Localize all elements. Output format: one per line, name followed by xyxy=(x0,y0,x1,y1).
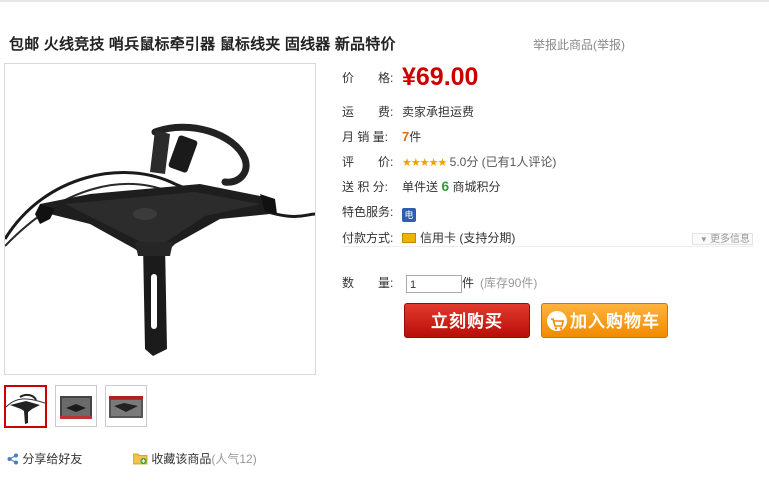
rating-row: 评 价: ★★★★★ 5.0分 (已有1人评论) xyxy=(342,153,556,170)
rating-text[interactable]: 5.0分 (已有1人评论) xyxy=(450,155,557,169)
price-value: ¥69.00 xyxy=(402,63,479,91)
price-label: 价 格: xyxy=(342,70,394,85)
details-divider xyxy=(342,246,754,247)
quantity-label: 数 量: xyxy=(342,276,394,290)
thumbnail-2[interactable] xyxy=(55,385,97,427)
add-to-cart-button[interactable]: 加入购物车 xyxy=(541,303,668,338)
sales-row: 月 销 量: 7件 xyxy=(342,128,421,145)
price-row: 价 格: ¥69.00 xyxy=(342,63,479,93)
points-label: 送 积 分: xyxy=(342,180,389,194)
share-label: 分享给好友 xyxy=(22,452,83,466)
payment-label: 付款方式: xyxy=(342,231,394,245)
quantity-input[interactable]: 1 xyxy=(406,274,462,293)
points-suffix: 商城积分 xyxy=(452,180,501,194)
cart-icon xyxy=(547,311,567,331)
shipping-row: 运 费: 卖家承担运费 xyxy=(342,103,474,120)
more-info-toggle[interactable]: ▼ 更多信息 xyxy=(692,233,753,245)
shipping-label: 运 费: xyxy=(342,105,394,119)
points-row: 送 积 分: 单件送 6 商城积分 xyxy=(342,178,501,195)
rating-stars: ★★★★★ xyxy=(402,157,447,169)
quantity-unit: 件 xyxy=(462,276,475,290)
rating-label: 评 价: xyxy=(342,155,394,169)
share-icon xyxy=(7,453,18,465)
electronic-service-icon[interactable]: 电 xyxy=(402,208,416,222)
top-divider xyxy=(0,0,769,2)
share-link[interactable]: 分享给好友 xyxy=(7,450,82,467)
sales-label: 月 销 量: xyxy=(342,130,389,144)
thumbnail-1[interactable] xyxy=(4,385,47,428)
buy-now-button[interactable]: 立刻购买 xyxy=(404,303,530,338)
folder-plus-icon xyxy=(132,453,148,465)
chevron-down-icon: ▼ xyxy=(699,235,710,244)
credit-card-icon xyxy=(402,233,416,243)
report-link[interactable]: 举报此商品(举报) xyxy=(533,36,625,53)
thumbnail-3[interactable] xyxy=(105,385,147,427)
product-title: 包邮 火线竞技 哨兵鼠标牵引器 鼠标线夹 固线器 新品特价 xyxy=(9,36,396,53)
quantity-row: 数 量: 1 件 (库存90件) xyxy=(342,274,537,293)
points-prefix: 单件送 xyxy=(402,180,439,194)
more-info-label: 更多信息 xyxy=(710,234,750,245)
payment-row: 付款方式: 信用卡 (支持分期) xyxy=(342,229,515,246)
service-label: 特色服务: xyxy=(342,205,394,219)
points-value: 6 xyxy=(441,178,450,194)
popularity-count: (人气12) xyxy=(211,452,257,466)
favorite-link[interactable]: 收藏该商品(人气12) xyxy=(132,450,257,467)
sales-unit: 件 xyxy=(409,130,422,144)
payment-value: 信用卡 (支持分期) xyxy=(420,231,516,245)
favorite-label: 收藏该商品 xyxy=(151,452,212,466)
service-row: 特色服务: 电 xyxy=(342,203,416,222)
stock-count: (库存90件) xyxy=(480,276,538,290)
product-main-image[interactable] xyxy=(3,63,316,375)
shipping-value: 卖家承担运费 xyxy=(402,105,475,119)
add-to-cart-label: 加入购物车 xyxy=(570,312,660,331)
